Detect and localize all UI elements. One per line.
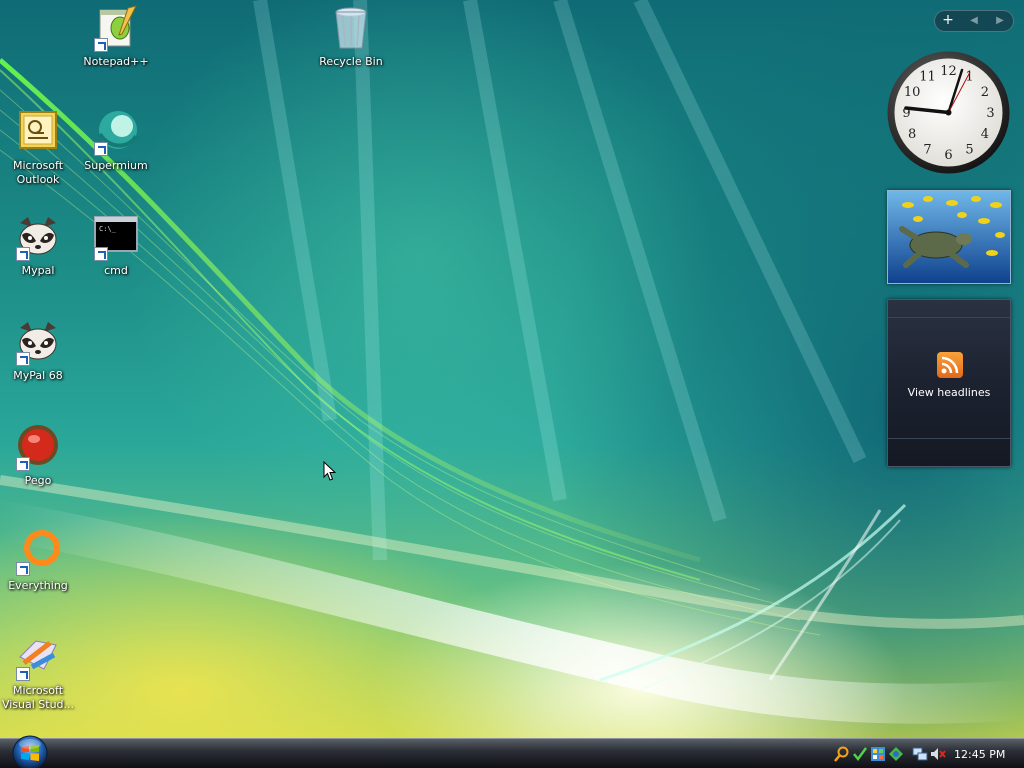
desktop-icon-mypal-68[interactable]: MyPal 68: [0, 318, 76, 383]
supermium-icon: [92, 108, 140, 156]
icon-label: Recycle Bin: [319, 55, 383, 68]
feed-footer: [888, 438, 1010, 466]
clock-numeral: 12: [940, 64, 957, 79]
icon-label: Pego: [24, 474, 52, 487]
clock-numeral: 2: [981, 85, 989, 100]
feed-headlines-gadget[interactable]: View headlines: [887, 299, 1011, 467]
icon-label: Mypal: [21, 264, 55, 277]
checkmark-icon[interactable]: [852, 746, 868, 762]
icon-label: Notepad++: [83, 55, 149, 68]
raccoon-icon: [14, 213, 62, 261]
pego-icon: [14, 423, 62, 471]
slideshow-gadget[interactable]: [887, 190, 1011, 284]
network-shield-icon[interactable]: [888, 746, 904, 762]
network-icon[interactable]: [912, 746, 928, 762]
clock-numeral: 7: [923, 142, 931, 157]
next-page-button[interactable]: ▶: [987, 11, 1013, 31]
desktop-icon-visual-studio[interactable]: Microsoft Visual Stud...: [0, 633, 76, 712]
icon-label: Supermium: [84, 159, 148, 172]
everything-icon: [14, 528, 62, 576]
taskbar-clock[interactable]: 12:45 PM: [954, 748, 1005, 761]
desktop-icon-recycle-bin[interactable]: Recycle Bin: [313, 4, 389, 69]
cmd-icon: C:\_: [92, 213, 140, 261]
desktop-icon-notepadpp[interactable]: Notepad++: [78, 4, 154, 69]
icon-label: cmd: [104, 264, 128, 277]
clock-numeral: 6: [944, 148, 952, 163]
notepadpp-icon: [92, 4, 140, 52]
desktop-icon-outlook[interactable]: Microsoft Outlook: [0, 108, 76, 187]
desktop-icon-pego[interactable]: Pego: [0, 423, 76, 488]
outlook-icon: [14, 108, 62, 156]
clock-gadget[interactable]: 12 1 2 3 4 5 6 7 8 9 10 11: [886, 50, 1011, 175]
mouse-pointer-icon: [323, 460, 337, 481]
clock-numeral: 3: [986, 106, 994, 121]
raccoon-icon: [14, 318, 62, 366]
previous-page-button[interactable]: ◀: [961, 11, 987, 31]
icon-label: Microsoft Visual Stud...: [1, 684, 75, 711]
icon-label: Microsoft Outlook: [12, 159, 64, 186]
sidebar-controls: + ◀ ▶: [934, 10, 1014, 32]
desktop-icon-supermium[interactable]: Supermium: [78, 108, 154, 173]
start-button[interactable]: [8, 734, 52, 768]
clock-numeral: 10: [904, 85, 921, 100]
desktop-icon-everything[interactable]: Everything: [0, 528, 76, 593]
desktop-icon-mypal[interactable]: Mypal: [0, 213, 76, 278]
security-center-icon[interactable]: [870, 746, 886, 762]
system-tray: 12:45 PM: [834, 741, 1020, 767]
add-gadget-button[interactable]: +: [935, 11, 961, 31]
clock-numeral: 1: [965, 70, 973, 85]
recycle-bin-icon: [327, 4, 375, 52]
svg-text:C:\_: C:\_: [99, 225, 117, 233]
icon-label: Everything: [8, 579, 68, 592]
desktop-icon-cmd[interactable]: C:\_ cmd: [78, 213, 154, 278]
rss-icon: [937, 352, 963, 378]
clock-numeral: 4: [981, 127, 989, 142]
volume-muted-icon[interactable]: [930, 746, 946, 762]
search-icon[interactable]: [834, 746, 850, 762]
icon-label: MyPal 68: [13, 369, 63, 382]
clock-numeral: 11: [919, 70, 936, 85]
clock-numeral: 8: [908, 127, 916, 142]
taskbar: 12:45 PM: [0, 735, 1024, 768]
clock-numeral: 5: [965, 142, 973, 157]
view-headlines-link[interactable]: View headlines: [888, 386, 1010, 399]
visual-studio-icon: [14, 633, 62, 681]
feed-header: [888, 300, 1010, 318]
